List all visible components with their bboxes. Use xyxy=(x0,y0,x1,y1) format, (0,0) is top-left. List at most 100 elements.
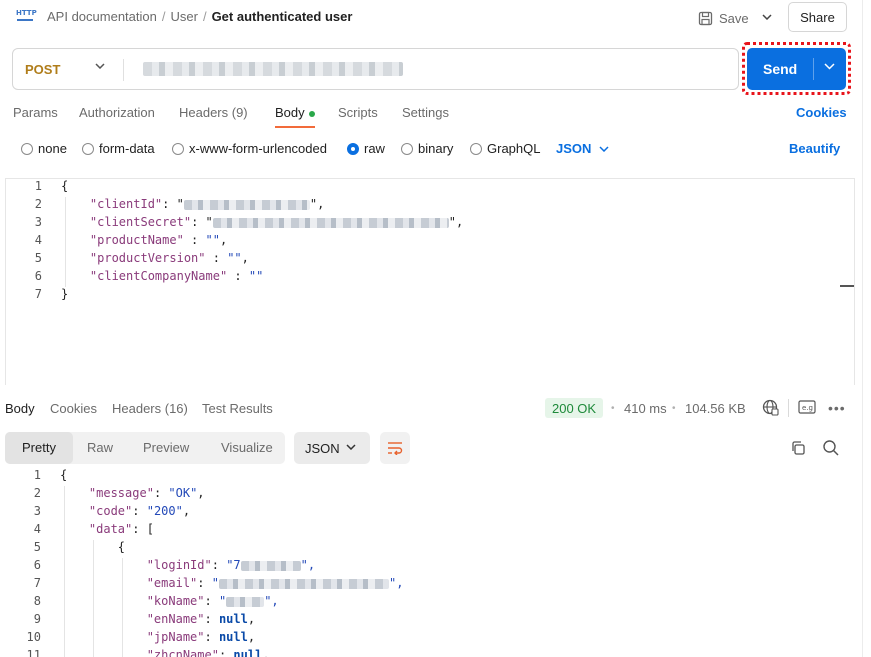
code-punct: , xyxy=(182,504,191,518)
code-punct: : xyxy=(204,630,219,644)
radio-label: x-www-form-urlencoded xyxy=(189,141,327,156)
breadcrumb-request-name[interactable]: Get authenticated user xyxy=(212,9,353,24)
tab-settings[interactable]: Settings xyxy=(402,105,449,120)
view-pretty[interactable]: Pretty xyxy=(5,432,73,464)
code-text: { xyxy=(61,179,69,193)
url-input[interactable] xyxy=(143,62,403,76)
save-as-example-icon[interactable]: e.g xyxy=(798,400,816,414)
radio-form-data[interactable]: form-data xyxy=(82,141,155,156)
json-key: "zhcnName" xyxy=(146,648,219,657)
code-punct: : xyxy=(153,486,169,500)
line-number: 4 xyxy=(33,522,41,536)
code-punct: : xyxy=(183,233,206,247)
beautify-button[interactable]: Beautify xyxy=(789,141,840,156)
code-punct: , xyxy=(247,612,256,626)
code-punct: : xyxy=(211,558,227,572)
editor-scrollbar[interactable] xyxy=(840,285,854,287)
json-key: "jpName" xyxy=(146,630,205,644)
redacted-value xyxy=(226,596,265,607)
indent-guide xyxy=(64,486,65,657)
radio-label: GraphQL xyxy=(487,141,541,156)
line-number: 7 xyxy=(33,576,41,590)
json-value: null xyxy=(233,648,263,657)
response-size[interactable]: 104.56 KB xyxy=(685,401,746,416)
line-number: 2 xyxy=(34,197,42,211)
tab-body-label: Body xyxy=(275,105,305,120)
tab-authorization[interactable]: Authorization xyxy=(79,105,155,120)
radio-graphql[interactable]: GraphQL xyxy=(470,141,540,156)
tab-response-body[interactable]: Body xyxy=(5,401,35,416)
view-raw[interactable]: Raw xyxy=(75,432,125,464)
line-number: 3 xyxy=(34,215,42,229)
request-body-editor[interactable]: 1{ 2 "clientId": " ", 3 "clientSecret": "… xyxy=(5,178,855,385)
radio-x-www-form-urlencoded[interactable]: x-www-form-urlencoded xyxy=(172,141,327,156)
chevron-down-icon xyxy=(762,14,772,20)
network-globe-icon[interactable] xyxy=(762,399,779,416)
code-punct: ", xyxy=(388,576,404,590)
chevron-down-icon[interactable] xyxy=(95,63,105,69)
code-punct: : xyxy=(227,269,249,283)
breadcrumb-collection[interactable]: API documentation xyxy=(47,9,157,24)
code-punct: : xyxy=(205,251,228,265)
response-body-viewer[interactable]: 1 { 2 "message": "OK", 3 "code": "200", 4… xyxy=(5,468,855,657)
cookies-link[interactable]: Cookies xyxy=(796,105,847,120)
status-badge[interactable]: 200 OK xyxy=(545,398,604,418)
divider xyxy=(123,59,124,81)
response-format-select[interactable]: JSON xyxy=(294,432,370,464)
code-punct: : [ xyxy=(132,522,154,536)
wrap-lines-button[interactable] xyxy=(380,432,410,464)
json-value: "7 xyxy=(226,558,241,572)
radio-circle xyxy=(470,142,482,155)
radio-binary[interactable]: binary xyxy=(401,141,453,156)
tab-body[interactable]: Body xyxy=(275,105,315,128)
save-button[interactable]: Save xyxy=(698,7,749,29)
tab-response-cookies[interactable]: Cookies xyxy=(50,401,97,416)
json-key: "clientSecret" xyxy=(89,215,192,229)
json-value: " xyxy=(218,594,227,608)
radio-circle-selected xyxy=(347,142,359,155)
save-icon xyxy=(698,11,713,25)
tab-params[interactable]: Params xyxy=(13,105,58,120)
body-format-select[interactable]: JSON xyxy=(556,141,609,156)
send-button[interactable]: Send xyxy=(747,48,846,90)
json-key: "email" xyxy=(146,576,198,590)
tab-test-results[interactable]: Test Results xyxy=(202,401,273,416)
json-key: "koName" xyxy=(146,594,205,608)
more-options-icon[interactable]: ••• xyxy=(828,400,846,416)
line-number: 1 xyxy=(34,179,42,193)
indent-guide xyxy=(122,558,123,657)
save-options-button[interactable] xyxy=(754,4,780,30)
tab-response-headers[interactable]: Headers (16) xyxy=(112,401,188,416)
json-value: "OK" xyxy=(168,486,198,500)
json-value: "" xyxy=(248,269,264,283)
code-punct: : xyxy=(204,612,219,626)
panel-right-border xyxy=(862,0,863,657)
send-options-chevron-icon[interactable] xyxy=(824,63,835,70)
json-value: "200" xyxy=(146,504,183,518)
code-punct: : xyxy=(204,594,219,608)
request-tabs: Params Authorization Headers (9) Body Sc… xyxy=(0,100,871,128)
view-visualize[interactable]: Visualize xyxy=(209,432,285,464)
response-time[interactable]: 410 ms xyxy=(624,401,667,416)
search-icon[interactable] xyxy=(822,439,840,457)
method-select[interactable]: POST xyxy=(25,62,60,77)
body-modified-dot xyxy=(308,110,315,117)
view-preview[interactable]: Preview xyxy=(131,432,201,464)
tab-headers[interactable]: Headers (9) xyxy=(179,105,248,120)
line-number: 6 xyxy=(34,269,42,283)
radio-raw[interactable]: raw xyxy=(347,141,385,156)
copy-icon[interactable] xyxy=(790,440,806,456)
divider xyxy=(788,399,789,417)
code-punct: , xyxy=(197,486,205,500)
breadcrumb-folder[interactable]: User xyxy=(170,9,197,24)
line-number: 4 xyxy=(34,233,42,247)
chevron-down-icon xyxy=(346,444,356,450)
radio-none[interactable]: none xyxy=(21,141,67,156)
code-punct: : xyxy=(197,576,212,590)
share-button[interactable]: Share xyxy=(788,2,847,32)
tab-scripts[interactable]: Scripts xyxy=(338,105,378,120)
redacted-value xyxy=(240,560,301,571)
